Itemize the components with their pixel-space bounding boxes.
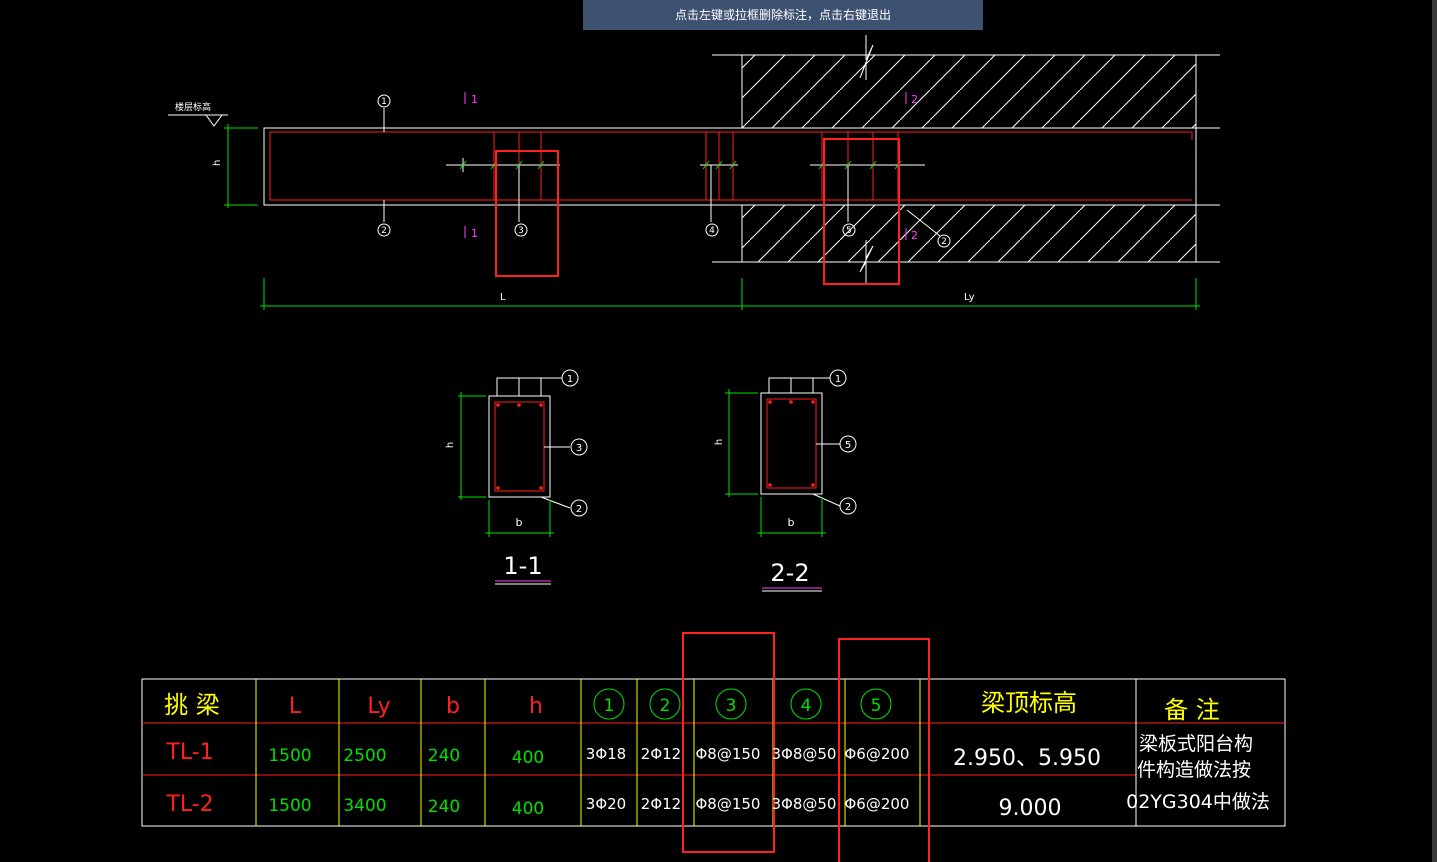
cad-drawing-canvas[interactable]: 楼层标高 h L Ly 1 1 2 2 1 2 3 4 5 2 1 3 2 h …	[0, 0, 1437, 862]
s2-callout-2: 2	[845, 502, 851, 513]
section-mark-2-top: 2	[911, 93, 918, 106]
row1-r2: 2Φ12	[641, 745, 681, 763]
row2-r5: Φ6@200	[845, 795, 910, 813]
row2-r1: 3Φ20	[586, 795, 626, 813]
lower-wall-hatch	[741, 204, 1197, 263]
section-mark-1-bottom: 1	[471, 227, 478, 240]
th-r5: 5	[871, 696, 882, 716]
selection-box-1[interactable]	[495, 150, 559, 277]
row1-r3: Φ8@150	[696, 745, 761, 763]
th-h: h	[529, 694, 543, 719]
row1-elevation: 2.950、5.950	[953, 746, 1101, 771]
callout-3: 3	[518, 226, 524, 236]
elevation-view: 楼层标高 h L Ly 1 1 2 2 1 2 3 4 5 2	[168, 35, 1220, 310]
remark-line-3: 02YG304中做法	[1126, 791, 1270, 813]
th-beam: 挑 梁	[164, 691, 220, 719]
remark-line-2: 件构造做法按	[1137, 759, 1251, 781]
dim-Ly-label: Ly	[964, 292, 975, 303]
th-Ly: Ly	[367, 694, 390, 719]
row2-b: 240	[428, 797, 460, 817]
row2-L: 1500	[268, 796, 311, 816]
callout-4: 4	[709, 226, 715, 236]
row2-name: TL-2	[165, 792, 213, 817]
row2-r2: 2Φ12	[641, 795, 681, 813]
s2-dim-h: h	[714, 439, 725, 445]
callout-2b: 2	[941, 237, 947, 247]
section-2-2	[725, 369, 857, 592]
th-r1: 1	[604, 696, 615, 716]
callout-1: 1	[381, 97, 387, 107]
row1-Ly: 2500	[343, 746, 386, 766]
row1-h: 400	[512, 748, 544, 768]
th-b: b	[446, 694, 460, 719]
row2-r3: Φ8@150	[696, 795, 761, 813]
elevation-label: 楼层标高	[175, 101, 211, 113]
section-title-1-1: 1-1	[503, 552, 542, 580]
s1-dim-b: b	[516, 516, 523, 529]
th-remark: 备 注	[1164, 696, 1220, 724]
section-mark-2-bottom: 2	[911, 229, 918, 242]
section-mark-1-top: 1	[471, 93, 478, 106]
remark-line-1: 梁板式阳台构	[1139, 733, 1253, 755]
selection-box-col3[interactable]	[682, 632, 775, 853]
s2-callout-5: 5	[845, 440, 851, 451]
upper-wall-hatch	[741, 54, 1197, 129]
th-r4: 4	[801, 696, 812, 716]
row1-r5: Φ6@200	[845, 745, 910, 763]
s1-callout-1: 1	[567, 374, 573, 385]
stirrups	[493, 132, 899, 200]
top-rebar	[269, 131, 1193, 196]
dim-L-label: L	[500, 292, 506, 303]
row2-elevation: 9.000	[999, 796, 1062, 821]
section-title-2-2: 2-2	[770, 559, 809, 587]
beam-outline	[263, 127, 1197, 206]
row2-r4: 3Φ8@50	[772, 795, 837, 813]
th-r2: 2	[660, 696, 671, 716]
row1-b: 240	[428, 746, 460, 766]
s1-callout-3: 3	[576, 443, 582, 454]
row2-h: 400	[512, 799, 544, 819]
th-L: L	[289, 694, 302, 719]
row1-L: 1500	[268, 746, 311, 766]
th-elevation: 梁顶标高	[981, 689, 1077, 717]
bottom-rebar	[269, 196, 1192, 201]
s1-callout-2: 2	[576, 504, 582, 515]
row1-name: TL-1	[165, 740, 213, 765]
s2-callout-1: 1	[835, 374, 841, 385]
row1-r4: 3Φ8@50	[772, 745, 837, 763]
s1-dim-h: h	[445, 442, 456, 448]
callout-2: 2	[381, 226, 387, 236]
row1-r1: 3Φ18	[586, 745, 626, 763]
row2-Ly: 3400	[343, 796, 386, 816]
callout-5: 5	[846, 226, 852, 236]
s2-dim-b: b	[788, 516, 795, 529]
th-r3: 3	[726, 696, 737, 716]
dim-h-label: h	[212, 160, 223, 166]
